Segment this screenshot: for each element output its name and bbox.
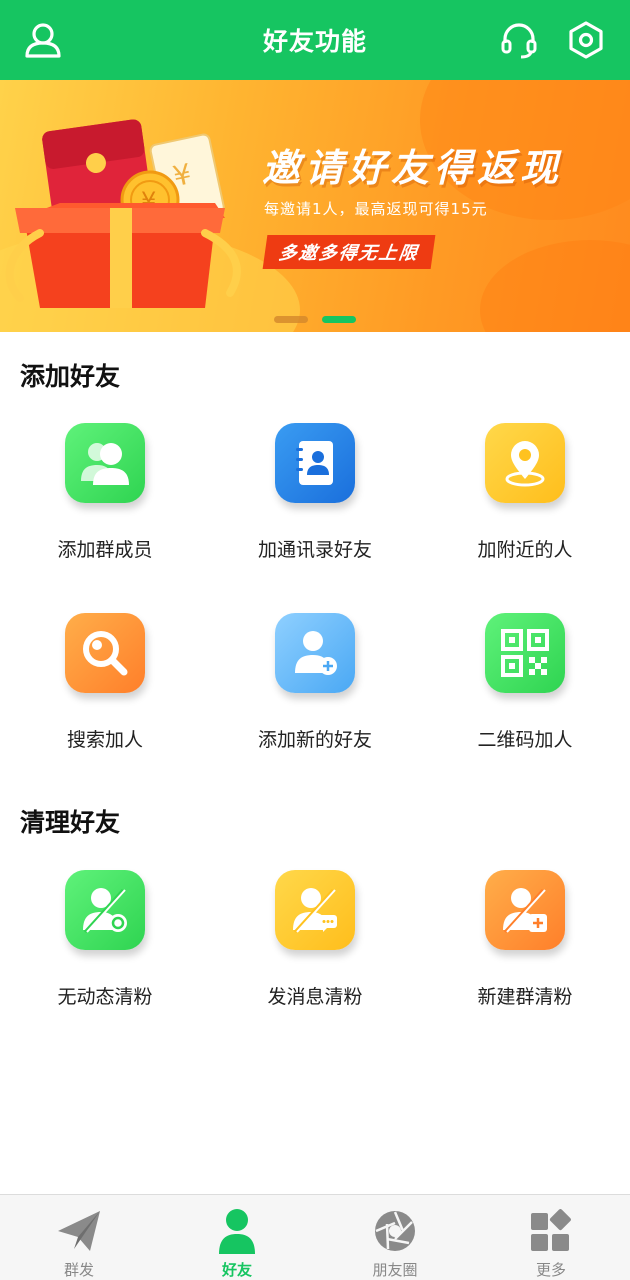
group-members-icon <box>65 423 145 503</box>
user-new-group-icon <box>485 870 565 950</box>
nav-item-friends[interactable]: 好友 <box>158 1195 316 1280</box>
apps-grid-icon <box>527 1207 575 1255</box>
contacts-book-icon <box>275 423 355 503</box>
settings-hex-icon <box>569 21 603 59</box>
page-title: 好友功能 <box>262 27 367 56</box>
qr-code-icon <box>485 613 565 693</box>
nav-label: 朋友圈 <box>372 1261 418 1279</box>
nav-label: 好友 <box>221 1261 252 1279</box>
add-new-friend-item[interactable]: 添加新的好友 <box>210 613 420 763</box>
clean-no-moments-item[interactable]: 无动态清粉 <box>0 870 210 1020</box>
search-icon <box>65 613 145 693</box>
banner-title: 邀请好友得返现 <box>262 146 564 190</box>
clean-new-group-item[interactable]: 新建群清粉 <box>420 870 630 1020</box>
person-icon <box>213 1207 261 1255</box>
banner-subtitle: 每邀请1人，最高返现可得15元 <box>264 200 488 218</box>
add-nearby-item[interactable]: 加附近的人 <box>420 423 630 573</box>
user-no-moments-icon <box>65 870 145 950</box>
user-icon <box>25 23 61 58</box>
gift-box-illustration: ¥ ¥ <box>5 119 241 308</box>
aperture-icon <box>371 1207 419 1255</box>
settings-button[interactable] <box>566 20 606 60</box>
invite-banner[interactable]: ¥ ¥ 邀请好友得返现 每邀请1人，最高返现可得15元 多邀多得无上限 <box>0 80 630 332</box>
add-contacts-item[interactable]: 加通讯录好友 <box>210 423 420 573</box>
qr-add-item[interactable]: 二维码加人 <box>420 613 630 763</box>
item-label: 添加群成员 <box>57 539 153 561</box>
item-label: 加附近的人 <box>477 539 573 561</box>
nav-item-moments[interactable]: 朋友圈 <box>316 1195 474 1280</box>
section-title-add-friends: 添加好友 <box>20 362 121 391</box>
item-label: 加通讯录好友 <box>257 539 372 561</box>
item-label: 发消息清粉 <box>267 986 363 1008</box>
item-label: 新建群清粉 <box>477 986 573 1008</box>
banner-pagination <box>0 316 630 324</box>
nav-item-more[interactable]: 更多 <box>472 1195 630 1280</box>
headset-icon <box>501 23 537 59</box>
profile-button[interactable] <box>23 20 63 60</box>
clean-send-message-item[interactable]: 发消息清粉 <box>210 870 420 1020</box>
add-group-members-item[interactable]: 添加群成员 <box>0 423 210 573</box>
user-message-icon <box>275 870 355 950</box>
bottom-nav: 群发 好友 朋友圈 更多 <box>0 1194 630 1280</box>
customer-service-button[interactable] <box>499 20 539 60</box>
pagination-dot[interactable] <box>274 316 308 323</box>
app-root: 好友功能 ¥ ¥ 邀请好友得返现 每邀请1人，最高返现可得15元 多邀多得无上限… <box>0 0 630 1280</box>
nav-label: 更多 <box>535 1261 566 1279</box>
location-pin-icon <box>485 423 565 503</box>
paper-plane-icon <box>55 1207 103 1255</box>
nav-label: 群发 <box>63 1261 94 1279</box>
section-title-clean-friends: 清理好友 <box>20 808 121 837</box>
item-label: 搜索加人 <box>66 729 143 751</box>
banner-tag: 多邀多得无上限 <box>262 235 436 269</box>
nav-item-mass-send[interactable]: 群发 <box>0 1195 158 1280</box>
pagination-dot-active[interactable] <box>322 316 356 323</box>
top-bar: 好友功能 <box>0 0 630 80</box>
add-user-icon <box>275 613 355 693</box>
search-add-item[interactable]: 搜索加人 <box>0 613 210 763</box>
item-label: 无动态清粉 <box>57 986 153 1008</box>
item-label: 二维码加人 <box>477 729 573 751</box>
item-label: 添加新的好友 <box>257 729 372 751</box>
